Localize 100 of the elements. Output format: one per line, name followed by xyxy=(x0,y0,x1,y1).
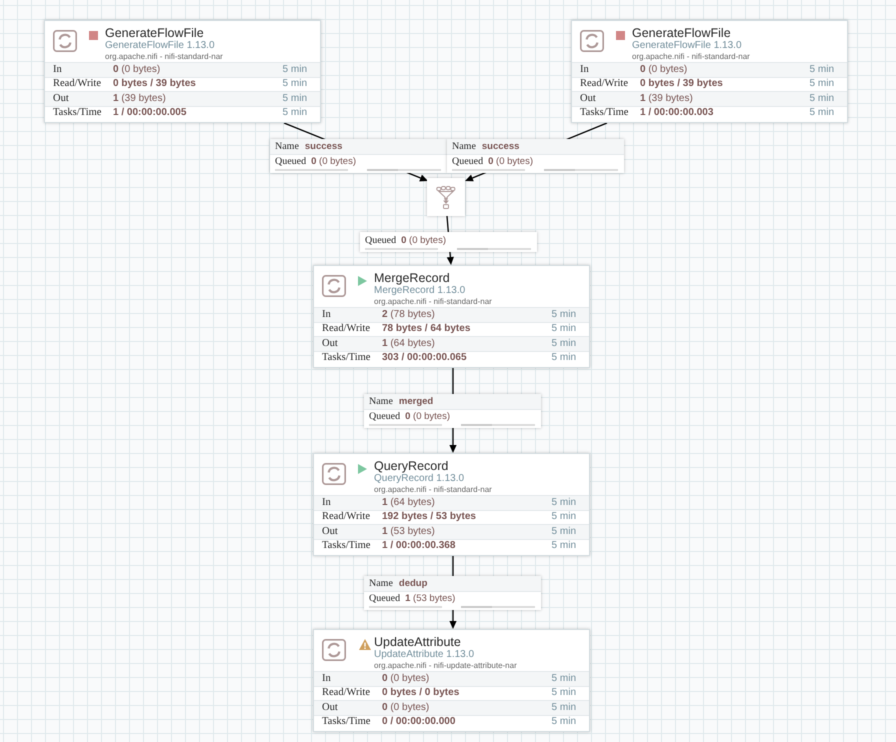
stat-window: 5 min xyxy=(552,338,576,350)
stat-label: In xyxy=(322,308,332,321)
processor-node[interactable]: GenerateFlowFile GenerateFlowFile 1.13.0 org.apache.nifi - nifi-standard-nar In 0 (0 bytes) 5 min Read/Write 0 bytes / 39 bytes 5 min Out 1 (39 bytes) 5 min Tasks/Time 1 / 00:00:00.003 5 min xyxy=(571,20,848,123)
stat-value: 1 (39 bytes) xyxy=(113,92,166,105)
stat-window: 5 min xyxy=(810,78,834,90)
field-label: Name xyxy=(369,396,393,408)
stat-value: 0 bytes / 39 bytes xyxy=(113,78,196,90)
connection-name: success xyxy=(482,140,520,152)
stat-value: 1 (64 bytes) xyxy=(382,496,435,509)
stat-value: 0 (0 bytes) xyxy=(113,64,160,76)
bundle-name: org.apache.nifi - nifi-standard-nar xyxy=(632,52,750,62)
stat-label: Tasks/Time xyxy=(580,107,630,120)
queue-count: 0 (0 bytes) xyxy=(311,156,356,168)
processor-type: GenerateFlowFile 1.13.0 xyxy=(632,40,743,52)
stat-window: 5 min xyxy=(282,92,307,105)
stat-value: 1 (39 bytes) xyxy=(640,92,693,105)
stat-window: 5 min xyxy=(552,352,576,364)
stat-value: 0 / 00:00:00.000 xyxy=(382,716,456,728)
stat-label: Out xyxy=(580,92,597,105)
stat-label: Out xyxy=(322,526,339,538)
stat-label: Read/Write xyxy=(580,78,629,90)
stat-label: In xyxy=(322,496,332,509)
processor-icon xyxy=(53,30,77,52)
processor-node[interactable]: MergeRecord MergeRecord 1.13.0 org.apache.nifi - nifi-standard-nar In 2 (78 bytes) 5 min Read/Write 78 bytes / 64 bytes 5 min Out 1 (64 bytes) 5 min Tasks/Time 303 / 00:00:00.065 5 min xyxy=(313,265,590,368)
stat-label: Tasks/Time xyxy=(322,540,372,552)
processor-name: QueryRecord xyxy=(374,459,450,473)
stat-window: 5 min xyxy=(552,540,576,552)
processor-type: GenerateFlowFile 1.13.0 xyxy=(105,40,216,52)
stat-window: 5 min xyxy=(552,323,576,336)
stat-label: Read/Write xyxy=(322,511,371,524)
stat-value: 0 bytes / 39 bytes xyxy=(640,78,723,90)
stat-value: 192 bytes / 53 bytes xyxy=(382,511,476,524)
processor-node[interactable]: UpdateAttribute UpdateAttribute 1.13.0 org.apache.nifi - nifi-update-attribute-nar In 0 (0 bytes) 5 min Read/Write 0 bytes / 0 bytes 5 min Out 0 (0 bytes) 5 min Tasks/Time 0 / 00:00:00.000 5 min xyxy=(313,629,590,732)
funnel-icon xyxy=(436,186,456,208)
stat-label: Tasks/Time xyxy=(322,352,372,364)
bundle-name: org.apache.nifi - nifi-standard-nar xyxy=(374,485,492,495)
connection-label[interactable]: Name success Queued 0 (0 bytes) xyxy=(447,139,624,173)
processor-node[interactable]: GenerateFlowFile GenerateFlowFile 1.13.0 org.apache.nifi - nifi-standard-nar In 0 (0 bytes) 5 min Read/Write 0 bytes / 39 bytes 5 min Out 1 (39 bytes) 5 min Tasks/Time 1 / 00:00:00.005 5 min xyxy=(44,20,321,123)
field-label: Queued xyxy=(452,156,484,168)
stat-label: Read/Write xyxy=(322,687,371,700)
stat-value: 1 / 00:00:00.005 xyxy=(113,107,186,120)
stat-value: 1 (64 bytes) xyxy=(382,338,435,350)
stat-window: 5 min xyxy=(810,107,834,120)
stat-label: In xyxy=(322,672,332,685)
stat-label: Tasks/Time xyxy=(53,107,102,120)
stat-value: 0 (0 bytes) xyxy=(382,672,430,685)
queue-count: 1 (53 bytes) xyxy=(405,592,456,604)
processor-type: QueryRecord 1.13.0 xyxy=(374,473,466,485)
processor-icon xyxy=(322,639,346,661)
stat-window: 5 min xyxy=(810,64,834,76)
stat-value: 0 bytes / 0 bytes xyxy=(382,687,460,700)
bundle-name: org.apache.nifi - nifi-standard-nar xyxy=(374,297,492,307)
field-label: Name xyxy=(275,140,299,152)
stat-window: 5 min xyxy=(552,687,576,700)
stat-label: Tasks/Time xyxy=(322,716,372,728)
stat-window: 5 min xyxy=(552,716,576,728)
field-label: Queued xyxy=(369,592,400,604)
stat-value: 1 (53 bytes) xyxy=(382,526,435,538)
queue-count: 0 (0 bytes) xyxy=(405,410,450,422)
bundle-name: org.apache.nifi - nifi-standard-nar xyxy=(105,52,223,62)
stat-value: 0 (0 bytes) xyxy=(382,702,430,714)
connection-label[interactable]: Name success Queued 0 (0 bytes) xyxy=(270,139,447,173)
stat-window: 5 min xyxy=(552,526,576,538)
connection-name: merged xyxy=(398,396,434,408)
processor-icon xyxy=(322,275,346,297)
processor-name: GenerateFlowFile xyxy=(632,26,732,40)
stat-label: In xyxy=(53,64,63,76)
processor-icon xyxy=(322,463,346,485)
processor-name: MergeRecord xyxy=(374,271,451,285)
stat-label: Read/Write xyxy=(322,323,371,336)
stat-window: 5 min xyxy=(552,702,576,714)
stat-value: 0 (0 bytes) xyxy=(640,64,688,76)
stat-window: 5 min xyxy=(282,107,307,120)
stat-label: In xyxy=(580,64,590,76)
queue-count: 0 (0 bytes) xyxy=(401,234,446,246)
stat-label: Read/Write xyxy=(53,78,102,90)
stat-window: 5 min xyxy=(282,64,307,76)
stat-label: Out xyxy=(322,702,339,714)
stat-window: 5 min xyxy=(552,308,576,321)
bundle-name: org.apache.nifi - nifi-update-attribute-nar xyxy=(374,661,517,671)
connection-name: dedup xyxy=(398,578,428,590)
processor-name: UpdateAttribute xyxy=(374,635,462,649)
stat-window: 5 min xyxy=(810,92,834,105)
funnel-node[interactable] xyxy=(427,178,465,216)
stat-value: 1 / 00:00:00.368 xyxy=(382,540,456,552)
stat-window: 5 min xyxy=(282,78,307,90)
stat-window: 5 min xyxy=(552,672,576,685)
connection-label[interactable]: Name dedup Queued 1 (53 bytes) xyxy=(364,576,541,610)
connection-label[interactable]: Name merged Queued 0 (0 bytes) xyxy=(364,394,541,428)
stat-value: 1 / 00:00:00.003 xyxy=(640,107,714,120)
stat-label: Out xyxy=(53,92,70,105)
connection-name: success xyxy=(304,140,342,152)
field-label: Queued xyxy=(365,234,396,246)
processor-type: MergeRecord 1.13.0 xyxy=(374,285,466,297)
processor-name: GenerateFlowFile xyxy=(105,26,205,40)
field-label: Queued xyxy=(369,410,400,422)
connection-label[interactable]: Queued 0 (0 bytes) xyxy=(360,232,537,252)
processor-node[interactable]: QueryRecord QueryRecord 1.13.0 org.apache.nifi - nifi-standard-nar In 1 (64 bytes) 5 min Read/Write 192 bytes / 53 bytes 5 min Out 1 (53 bytes) 5 min Tasks/Time 1 / 00:00:00.368 5 min xyxy=(313,453,590,556)
stat-label: Out xyxy=(322,338,339,350)
stat-value: 78 bytes / 64 bytes xyxy=(382,323,470,336)
